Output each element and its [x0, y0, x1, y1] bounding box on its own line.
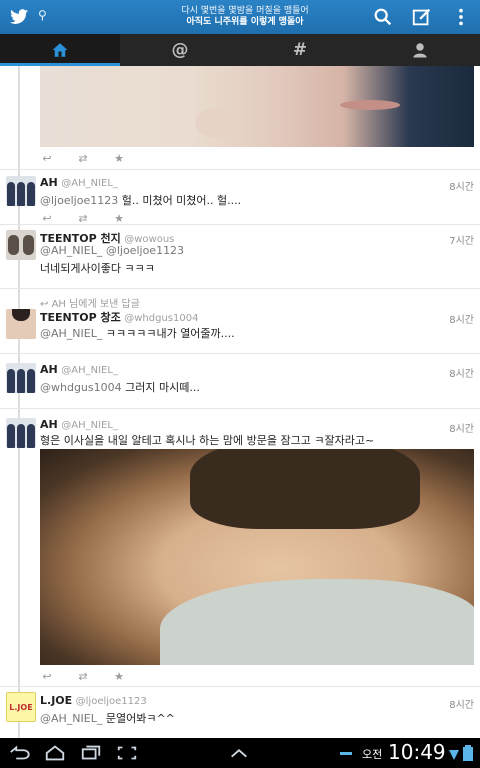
- avatar[interactable]: [6, 176, 36, 206]
- avatar[interactable]: [6, 418, 36, 448]
- home-icon: [52, 43, 68, 57]
- overflow-menu-icon[interactable]: [450, 6, 472, 28]
- retweet-icon[interactable]: ⇄: [76, 152, 90, 165]
- title-bar: ⚲ 다시 몇번을 몇밤을 머칠을 맹들어 아직도 니주위를 이렇게 맹돌아: [0, 0, 480, 34]
- tweet-text: 문열어봐ㅋ^^: [102, 712, 175, 725]
- retweet-icon[interactable]: ⇄: [76, 212, 90, 225]
- favorite-icon[interactable]: ★: [112, 152, 126, 165]
- avatar[interactable]: L.JOE: [6, 692, 36, 722]
- tab-discover[interactable]: #: [240, 34, 360, 66]
- tweet-time: 8시간: [449, 424, 474, 435]
- system-bar: 오전 10:49: [0, 738, 480, 768]
- tweet-author: AH: [40, 418, 58, 431]
- wifi-icon: [449, 750, 459, 760]
- reply-icon[interactable]: ↩: [40, 212, 54, 225]
- compose-icon[interactable]: [411, 6, 433, 28]
- clock[interactable]: 10:49: [388, 740, 446, 764]
- twitter-bird-icon[interactable]: [8, 6, 30, 28]
- usb-icon: ⚲: [38, 8, 47, 22]
- title-line2: 아직도 니주위를 이렇게 맹돌아: [186, 17, 304, 27]
- mention-link[interactable]: @ljoeljoe1123: [40, 194, 118, 207]
- tweet-handle: @whdgus1004: [124, 313, 199, 324]
- tab-profile[interactable]: [360, 34, 480, 66]
- tweet-text: 헐.. 미쳤어 미쳤어.. 헐....: [118, 194, 242, 207]
- chevron-up-icon[interactable]: [228, 744, 250, 762]
- tweet-author: L.JOE: [40, 694, 73, 707]
- mention-link[interactable]: @whdgus1004: [40, 381, 122, 394]
- avatar[interactable]: [6, 363, 36, 393]
- divider: [0, 224, 480, 225]
- reply-icon[interactable]: ↩: [40, 670, 54, 683]
- tweet-handle: @ljoeljoe1123: [75, 696, 147, 707]
- tab-mentions-label: @: [171, 40, 189, 60]
- favorite-icon[interactable]: ★: [112, 670, 126, 683]
- tweet-time: 8시간: [449, 700, 474, 711]
- screenshot-icon[interactable]: [116, 744, 138, 762]
- divider: [0, 169, 480, 170]
- tab-home[interactable]: [0, 34, 120, 66]
- mention-link[interactable]: @AH_NIEL_: [40, 327, 102, 340]
- timeline[interactable]: ↩ ⇄ ★ AH @AH_NIEL_ 8시간 @ljoeljoe1123 헐..…: [0, 66, 480, 738]
- divider: [0, 686, 480, 687]
- favorite-icon[interactable]: ★: [112, 212, 126, 225]
- notification-indicator: [340, 752, 352, 755]
- tweet-text: 그러지 마시떼...: [121, 381, 200, 394]
- tweet-handle: @AH_NIEL_: [61, 365, 118, 376]
- home-button-icon[interactable]: [44, 744, 66, 762]
- tweet-author: TEENTOP 창조: [40, 311, 121, 324]
- mention-link[interactable]: @AH_NIEL_: [40, 712, 102, 725]
- mention-link[interactable]: @AH_NIEL_ @ljoeljoe1123: [40, 244, 184, 257]
- tweet-text: 너네되게사이좋다 ㅋㅋㅋ: [40, 262, 155, 275]
- tweet-actions: ↩ ⇄ ★: [40, 150, 126, 166]
- title-line1: 다시 몇번을 몇밤을 머칠을 맹들어: [181, 6, 309, 16]
- reply-icon[interactable]: ↩: [40, 152, 54, 165]
- tweet-time: 7시간: [449, 236, 474, 247]
- tweet-author: AH: [40, 176, 58, 189]
- conversation-rail: [18, 66, 20, 738]
- recent-apps-icon[interactable]: [80, 744, 102, 762]
- tweet-photo-top[interactable]: [40, 66, 474, 147]
- twitter-app: ⚲ 다시 몇번을 몇밤을 머칠을 맹들어 아직도 니주위를 이렇게 맹돌아 @: [0, 0, 480, 768]
- avatar[interactable]: [6, 309, 36, 339]
- ampm-label: 오전: [362, 748, 383, 761]
- tweet-actions: ↩ ⇄ ★: [40, 668, 126, 684]
- divider: [0, 353, 480, 354]
- avatar[interactable]: [6, 230, 36, 260]
- tweet-author: AH: [40, 363, 58, 376]
- search-icon[interactable]: [372, 6, 394, 28]
- profile-icon: [413, 43, 427, 58]
- tweet-time: 8시간: [449, 369, 474, 380]
- tweet-photo[interactable]: [40, 449, 474, 665]
- tweet-time: 8시간: [449, 315, 474, 326]
- tweet-text: 형은 이사실을 내일 알테고 혹시나 하는 맘에 방문을 잠그고 ㅋ잘자라고~: [40, 434, 375, 447]
- profile-title: 다시 몇번을 몇밤을 머칠을 맹들어 아직도 니주위를 이렇게 맹돌아: [150, 6, 340, 28]
- retweet-icon[interactable]: ⇄: [76, 670, 90, 683]
- divider: [0, 288, 480, 289]
- tweet-handle: @AH_NIEL_: [61, 178, 118, 189]
- tab-discover-label: #: [292, 40, 308, 60]
- battery-icon: [463, 745, 473, 761]
- tweet-text: ㅋㅋㅋㅋㅋ내가 열어줄까....: [102, 327, 235, 340]
- tab-mentions[interactable]: @: [120, 34, 240, 66]
- divider: [0, 408, 480, 409]
- tweet-time: 8시간: [449, 182, 474, 193]
- tab-bar: @ #: [0, 34, 480, 66]
- back-icon[interactable]: [8, 744, 30, 762]
- tweet-handle: @AH_NIEL_: [61, 420, 118, 431]
